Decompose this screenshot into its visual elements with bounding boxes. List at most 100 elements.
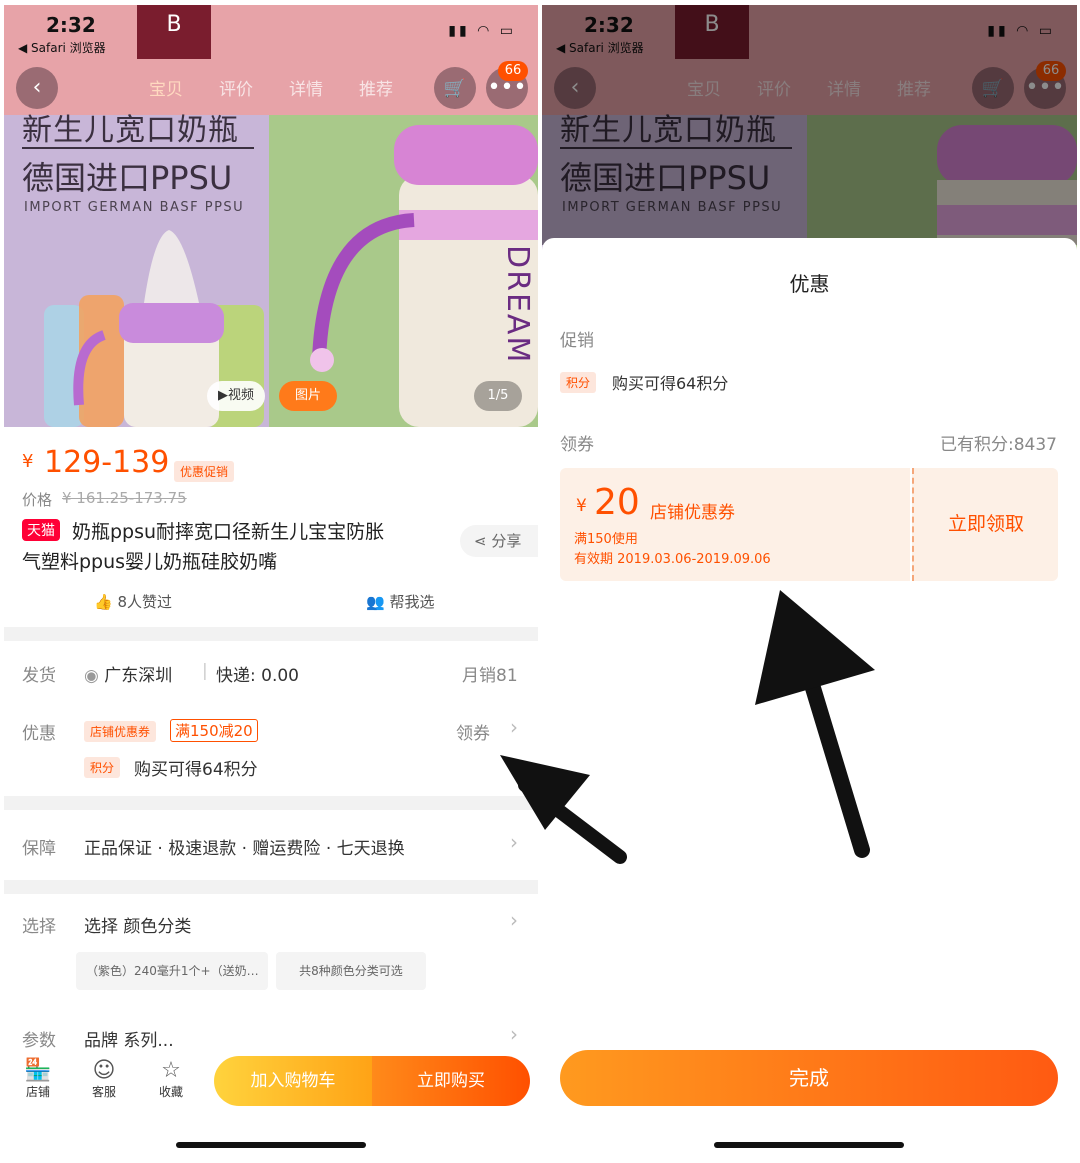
share-button[interactable]: ⋖ 分享 xyxy=(460,525,538,557)
tmall-tag: 天猫 xyxy=(22,519,60,541)
brand-vertical-text: DREAM xyxy=(500,245,535,365)
shop-coupon-tag: 店铺优惠券 xyxy=(84,721,157,742)
likes-count: 8人赞过 xyxy=(117,593,173,611)
params-text: 品牌 系列... xyxy=(84,1031,174,1051)
shop-button[interactable]: 🏪 店铺 xyxy=(20,1058,56,1100)
points-text: 购买可得64积分 xyxy=(612,374,729,393)
customer-service-icon: ☺ xyxy=(92,1058,116,1083)
tab-item[interactable]: 宝贝 xyxy=(149,75,183,100)
promo-section-label: 促销 xyxy=(560,331,594,351)
done-button[interactable]: 完成 xyxy=(560,1050,1058,1106)
price-section: ¥ 129-139 优惠促销 价格 ¥ 161.25-173.75 天猫 奶瓶p… xyxy=(4,427,538,627)
orig-price: ¥ 161.25-173.75 xyxy=(62,489,187,507)
divider xyxy=(4,880,538,894)
points-tag: 积分 xyxy=(84,757,121,778)
help-choose-button[interactable]: 👥 帮我选 xyxy=(366,591,434,612)
claim-coupon-button[interactable]: 立即领取 xyxy=(912,468,1058,581)
screenshot-composite: 新生儿宽口奶瓶 德国进口PPSU IMPORT GERMAN BASF PPSU… xyxy=(0,0,1080,1163)
coupon-sheet-screen: 新生儿宽口奶瓶 德国进口PPSU IMPORT GERMAN BASF PPSU… xyxy=(542,5,1077,1163)
signal-wifi-battery-icon: ▮▮ ◠ ▭ xyxy=(448,23,516,39)
video-button[interactable]: ▶视频 xyxy=(207,381,265,411)
people-icon: 👥 xyxy=(366,593,385,611)
status-bar: 2:32 ◀ Safari 浏览器 ▮▮ ◠ ▭ xyxy=(4,5,538,65)
divider xyxy=(4,627,538,641)
points-text: 购买可得64积分 xyxy=(134,760,258,780)
sku-option[interactable]: （紫色）240毫升1个+（送奶… xyxy=(76,952,268,990)
select-section[interactable]: 选择 选择 颜色分类 › （紫色）240毫升1个+（送奶… 共8种颜色分类可选 … xyxy=(4,894,538,1051)
existing-points: 已有积分:8437 xyxy=(940,435,1057,455)
select-label: 选择 xyxy=(22,917,56,937)
top-nav: ‹ 宝贝 评价 详情 推荐 🛒 ••• 66 xyxy=(4,61,538,113)
divider xyxy=(4,796,538,810)
orig-price-label: 价格 xyxy=(22,491,53,509)
back-button[interactable]: ‹ xyxy=(16,67,58,109)
brand-logo: B xyxy=(137,5,211,59)
price-currency: ¥ xyxy=(22,451,34,472)
shipping-location-text: 广东深圳 xyxy=(104,666,173,686)
tab-recommend[interactable]: 推荐 xyxy=(359,75,393,100)
guarantee-row[interactable]: 保障 正品保证 · 极速退款 · 赠运费险 · 七天退换 › xyxy=(4,810,538,880)
get-coupon-link[interactable]: 领券 xyxy=(456,719,490,744)
promo-tag: 优惠促销 xyxy=(174,461,235,482)
sheet-title: 优惠 xyxy=(789,272,830,296)
cart-button[interactable]: 🛒 xyxy=(434,67,476,109)
product-title-line2: 气塑料ppus婴儿奶瓶硅胶奶嘴 xyxy=(22,551,278,573)
monthly-sales: 月销81 xyxy=(462,666,518,686)
discount-label: 优惠 xyxy=(22,724,56,744)
shop-icon: 🏪 xyxy=(24,1058,52,1083)
product-title-line1: 奶瓶ppsu耐摔宽口径新生儿宝宝防胀 xyxy=(72,521,385,543)
tab-reviews[interactable]: 评价 xyxy=(219,75,253,100)
favorite-button[interactable]: ☆ 收藏 xyxy=(153,1058,189,1100)
coupon-validity: 有效期 2019.03.06-2019.09.06 xyxy=(574,552,771,567)
image-button[interactable]: 图片 xyxy=(279,381,337,411)
star-icon: ☆ xyxy=(161,1058,181,1083)
buy-now-button[interactable]: 立即购买 xyxy=(372,1056,530,1106)
location-pin-icon: ◉ xyxy=(84,666,99,686)
share-icon: ⋖ xyxy=(474,532,487,550)
cart-icon: 🛒 xyxy=(443,78,467,99)
shop-label: 店铺 xyxy=(25,1085,50,1099)
shipping-label: 发货 xyxy=(22,666,56,686)
points-tag: 积分 xyxy=(560,372,597,393)
add-to-cart-button[interactable]: 加入购物车 xyxy=(214,1056,372,1106)
sku-count-chip[interactable]: 共8种颜色分类可选 xyxy=(276,952,426,990)
price-value: 129-139 xyxy=(44,445,170,480)
help-choose-label: 帮我选 xyxy=(389,593,435,611)
guarantee-text: 正品保证 · 极速退款 · 赠运费险 · 七天退换 xyxy=(84,839,405,859)
thumbs-up-icon: 👍 xyxy=(94,593,113,611)
hero-subtitle: IMPORT GERMAN BASF PPSU xyxy=(24,200,245,215)
params-label: 参数 xyxy=(22,1031,56,1051)
chevron-right-icon: › xyxy=(510,1022,518,1046)
coupon-amount: 20 xyxy=(594,482,640,523)
annotation-arrow-left xyxy=(500,755,627,864)
share-label: 分享 xyxy=(491,532,522,550)
shipping-fee: 快递: 0.00 xyxy=(216,666,299,686)
status-time: 2:32 xyxy=(46,13,96,37)
product-image-carousel[interactable]: 新生儿宽口奶瓶 德国进口PPSU IMPORT GERMAN BASF PPSU… xyxy=(4,5,538,427)
coupon-card: ¥ 20 店铺优惠券 满150使用 有效期 2019.03.06-2019.09… xyxy=(560,468,1058,581)
favorite-label: 收藏 xyxy=(158,1085,183,1099)
coupon-currency: ¥ xyxy=(576,496,587,516)
message-count-badge: 66 xyxy=(498,61,528,81)
chevron-left-icon: ‹ xyxy=(32,75,42,100)
coupon-name: 店铺优惠券 xyxy=(650,503,735,523)
chevron-right-icon: › xyxy=(510,715,518,739)
select-text: 选择 颜色分类 xyxy=(84,917,192,937)
annotation-arrow-right xyxy=(755,590,875,858)
modal-overlay[interactable] xyxy=(542,5,1077,245)
home-indicator xyxy=(714,1142,904,1148)
shipping-location: ◉ 广东深圳 xyxy=(84,661,172,686)
coupon-condition: 满150使用 xyxy=(574,532,638,547)
shipping-discount-section: 发货 ◉ 广东深圳 | 快递: 0.00 月销81 优惠 店铺优惠券 满150减… xyxy=(4,641,538,796)
coupon-info: ¥ 20 店铺优惠券 满150使用 有效期 2019.03.06-2019.09… xyxy=(560,468,910,581)
service-button[interactable]: ☺ 客服 xyxy=(86,1058,122,1100)
back-to-safari-link[interactable]: ◀ Safari 浏览器 xyxy=(18,39,106,56)
image-counter: 1/5 xyxy=(474,381,522,411)
likes-button[interactable]: 👍 8人赞过 xyxy=(94,591,172,612)
guarantee-label: 保障 xyxy=(22,839,56,859)
tab-details[interactable]: 详情 xyxy=(289,75,323,100)
coupon-value-tag: 满150减20 xyxy=(170,719,258,742)
chevron-right-icon: › xyxy=(510,908,518,932)
product-page: 新生儿宽口奶瓶 德国进口PPSU IMPORT GERMAN BASF PPSU… xyxy=(4,5,538,1163)
service-label: 客服 xyxy=(91,1085,116,1099)
